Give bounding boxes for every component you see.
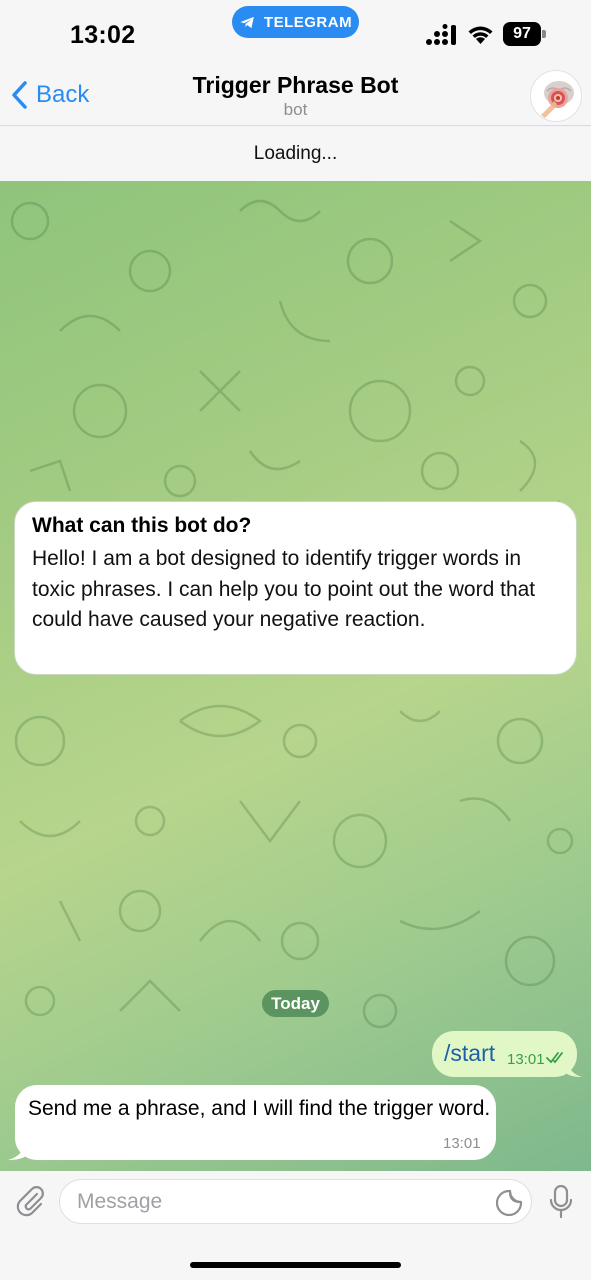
date-separator: Today (262, 990, 329, 1017)
chat-area[interactable]: What can this bot do? Hello! I am a bot … (0, 181, 591, 1171)
cellular-signal-icon (426, 24, 456, 45)
message-time: 13:01 (443, 1135, 481, 1152)
incoming-message[interactable]: Send me a phrase, and I will find the tr… (15, 1085, 496, 1160)
message-field[interactable] (59, 1179, 532, 1224)
microphone-icon[interactable] (549, 1185, 573, 1219)
message-text: Send me a phrase, and I will find the tr… (28, 1097, 491, 1120)
composer-bar (0, 1171, 591, 1280)
bot-avatar[interactable] (530, 70, 582, 122)
status-bar: 13:02 TELEGRAM 97 (0, 0, 591, 68)
wallpaper-pattern (10, 199, 574, 1147)
loading-status: Loading... (0, 127, 591, 181)
command-link[interactable]: /start (444, 1040, 495, 1067)
home-indicator (190, 1262, 401, 1268)
outgoing-message[interactable]: /start 13:01 (432, 1031, 577, 1077)
wifi-icon (468, 26, 493, 44)
bubble-tail (566, 1057, 582, 1077)
paperclip-icon[interactable] (14, 1185, 46, 1217)
chat-subtitle: bot (283, 100, 308, 119)
battery-indicator: 97 (503, 22, 547, 46)
telegram-pill-label: TELEGRAM (263, 13, 353, 31)
intro-heading: What can this bot do? (32, 514, 252, 537)
message-time: 13:01 (507, 1051, 545, 1068)
telegram-pill[interactable]: TELEGRAM (232, 6, 359, 38)
sticker-icon[interactable] (495, 1189, 523, 1217)
chat-header: Back Trigger Phrase Bot bot (0, 68, 591, 126)
status-time: 13:02 (70, 21, 136, 49)
brain-target-icon (541, 81, 574, 118)
message-input[interactable] (77, 1180, 477, 1223)
chat-title[interactable]: Trigger Phrase Bot (0, 72, 591, 99)
battery-level: 97 (503, 22, 541, 46)
telegram-icon (240, 16, 254, 28)
bot-intro-card: What can this bot do? Hello! I am a bot … (14, 501, 577, 675)
double-check-icon (546, 1052, 563, 1064)
intro-body: Hello! I am a bot designed to identify t… (32, 547, 536, 631)
